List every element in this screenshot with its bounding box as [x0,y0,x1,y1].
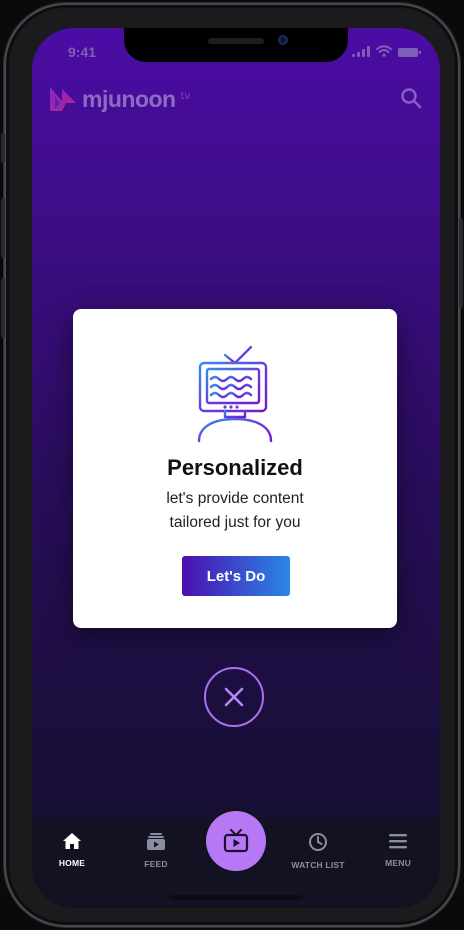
mute-switch [1,133,5,163]
search-button[interactable] [400,87,422,113]
tab-menu[interactable]: MENU [363,832,433,868]
close-modal-button[interactable] [204,667,264,727]
wifi-icon [376,45,392,57]
app-screen: 9:41 mjunoon tv Personalized let's provi… [32,28,440,908]
close-icon [224,687,244,707]
feed-icon [147,833,165,850]
front-camera [278,35,288,45]
lets-do-button[interactable]: Let's Do [182,556,290,596]
app-header: mjunoon tv [48,83,424,119]
signal-icon [352,46,370,57]
mjunoon-logo[interactable]: mjunoon tv [48,83,190,115]
logo-mark-icon [50,87,76,111]
speaker [208,38,264,44]
battery-icon [398,48,421,57]
search-icon [401,88,422,109]
tab-live-tv[interactable] [206,811,266,871]
personalize-modal: Personalized let's provide content tailo… [73,309,397,628]
volume-up-button [1,198,5,258]
modal-description-line-2: tailored just for you [169,514,301,531]
modal-description-line-1: let's provide content [166,490,304,507]
status-icons [352,45,421,57]
tab-menu-label: MENU [385,858,411,868]
logo-text: mjunoon [82,85,176,112]
tv-play-icon [223,829,249,853]
bottom-tab-bar: HOME FEED WATCH LIST MENU [32,811,440,908]
power-button [459,218,463,308]
home-indicator [169,895,303,900]
tab-feed-label: FEED [144,859,168,869]
modal-description: let's provide content tailored just for … [113,487,357,535]
phone-frame: 9:41 mjunoon tv Personalized let's provi… [1,3,463,927]
tab-home-label: HOME [58,858,86,868]
modal-title: Personalized [167,455,303,480]
home-icon [63,833,81,849]
tab-feed[interactable]: FEED [121,832,191,869]
tab-home[interactable]: HOME [37,832,107,868]
menu-icon [389,834,407,849]
tab-watch-list[interactable]: WATCH LIST [283,832,353,870]
tv-head-illustration-icon [197,345,273,443]
clock-icon [309,833,327,851]
status-time: 9:41 [68,44,97,60]
logo-suffix: tv [180,90,191,102]
volume-down-button [1,278,5,338]
tab-watch-list-label: WATCH LIST [291,860,345,870]
notch [124,28,348,62]
